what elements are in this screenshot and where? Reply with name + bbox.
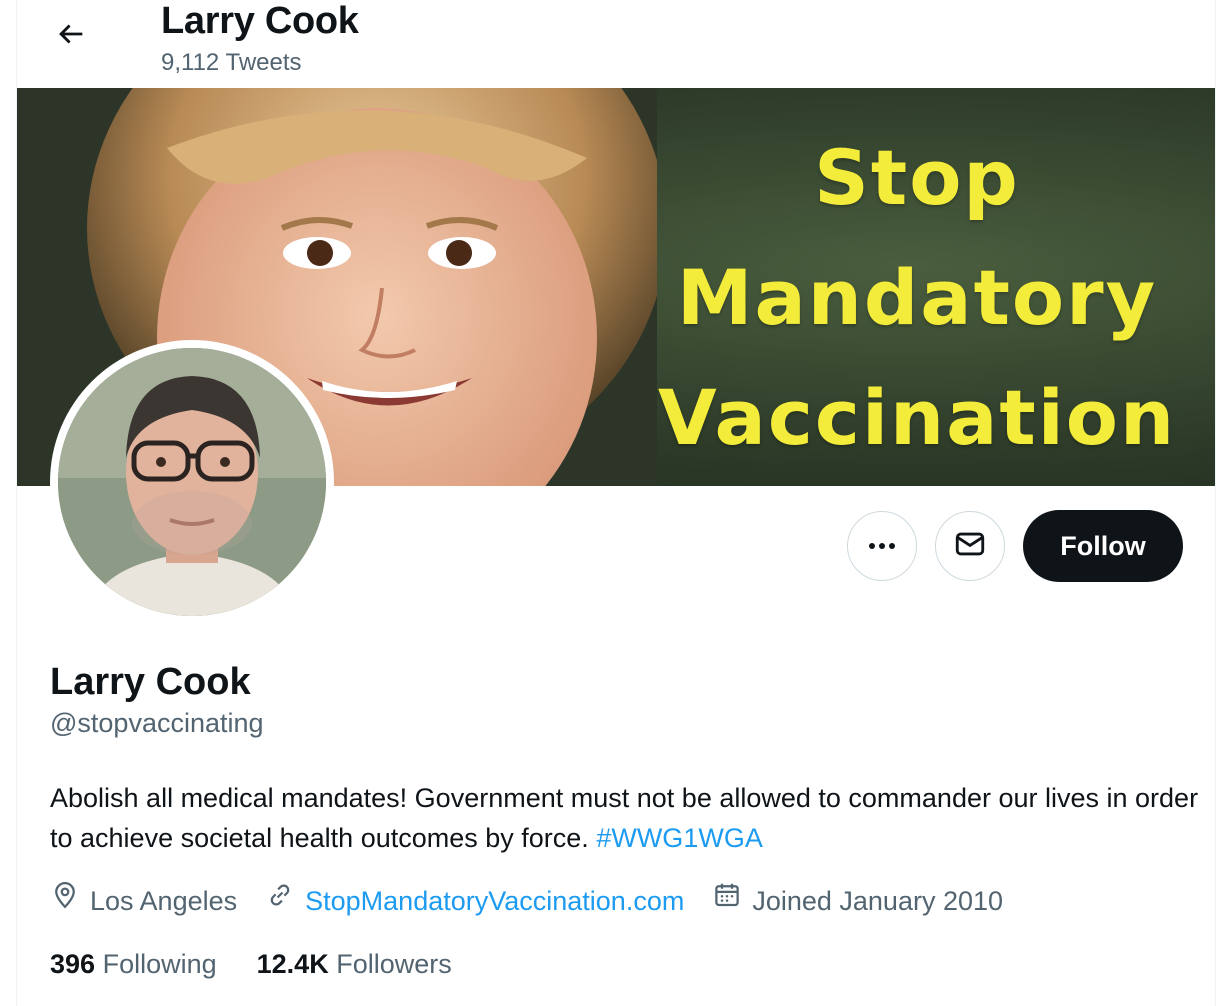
banner-slogan: Stop Mandatory Vaccination <box>637 118 1197 478</box>
joined-item: Joined January 2010 <box>712 880 1003 921</box>
website-item: StopMandatoryVaccination.com <box>265 880 684 921</box>
following-label: Following <box>102 949 217 979</box>
banner-line: Stop <box>814 133 1020 222</box>
followers-count: 12.4K <box>256 949 329 979</box>
display-name: Larry Cook <box>50 661 251 703</box>
following-link[interactable]: 396 Following <box>50 944 217 984</box>
arrow-left-icon <box>54 17 88 56</box>
link-icon <box>265 880 305 921</box>
calendar-icon <box>712 880 752 921</box>
more-button[interactable] <box>847 511 917 581</box>
banner-line: Mandatory <box>676 253 1158 342</box>
joined-text: Joined January 2010 <box>752 885 1004 916</box>
location-pin-icon <box>50 880 90 921</box>
following-count: 396 <box>50 949 96 979</box>
tweet-count: 9,112 Tweets <box>161 49 302 76</box>
back-button[interactable] <box>47 12 95 60</box>
bio-hashtag-link[interactable]: #WWG1WGA <box>596 823 763 853</box>
website-link[interactable]: StopMandatoryVaccination.com <box>305 881 684 921</box>
avatar-photo <box>58 348 326 616</box>
follow-button[interactable]: Follow <box>1023 510 1183 582</box>
location-text: Los Angeles <box>90 885 238 916</box>
profile-bio: Abolish all medical mandates! Government… <box>50 778 1200 858</box>
header-title: Larry Cook <box>161 0 359 42</box>
user-handle: @stopvaccinating <box>50 708 264 738</box>
profile-stats: 396 Following 12.4K Followers <box>50 944 492 984</box>
profile-meta: Los Angeles StopMandatoryVaccination.com… <box>50 880 1031 921</box>
top-bar: Larry Cook 9,112 Tweets <box>17 0 1215 88</box>
followers-link[interactable]: 12.4K Followers <box>257 944 452 984</box>
location-item: Los Angeles <box>50 880 237 921</box>
banner-line: Vaccination <box>657 373 1177 462</box>
ellipsis-icon <box>868 537 896 555</box>
profile-column: Larry Cook 9,112 Tweets Stop Mandatory V… <box>16 0 1216 1006</box>
profile-actions: Follow <box>847 510 1183 582</box>
mail-icon <box>953 527 987 566</box>
followers-label: Followers <box>336 949 452 979</box>
message-button[interactable] <box>935 511 1005 581</box>
avatar[interactable] <box>50 340 334 624</box>
